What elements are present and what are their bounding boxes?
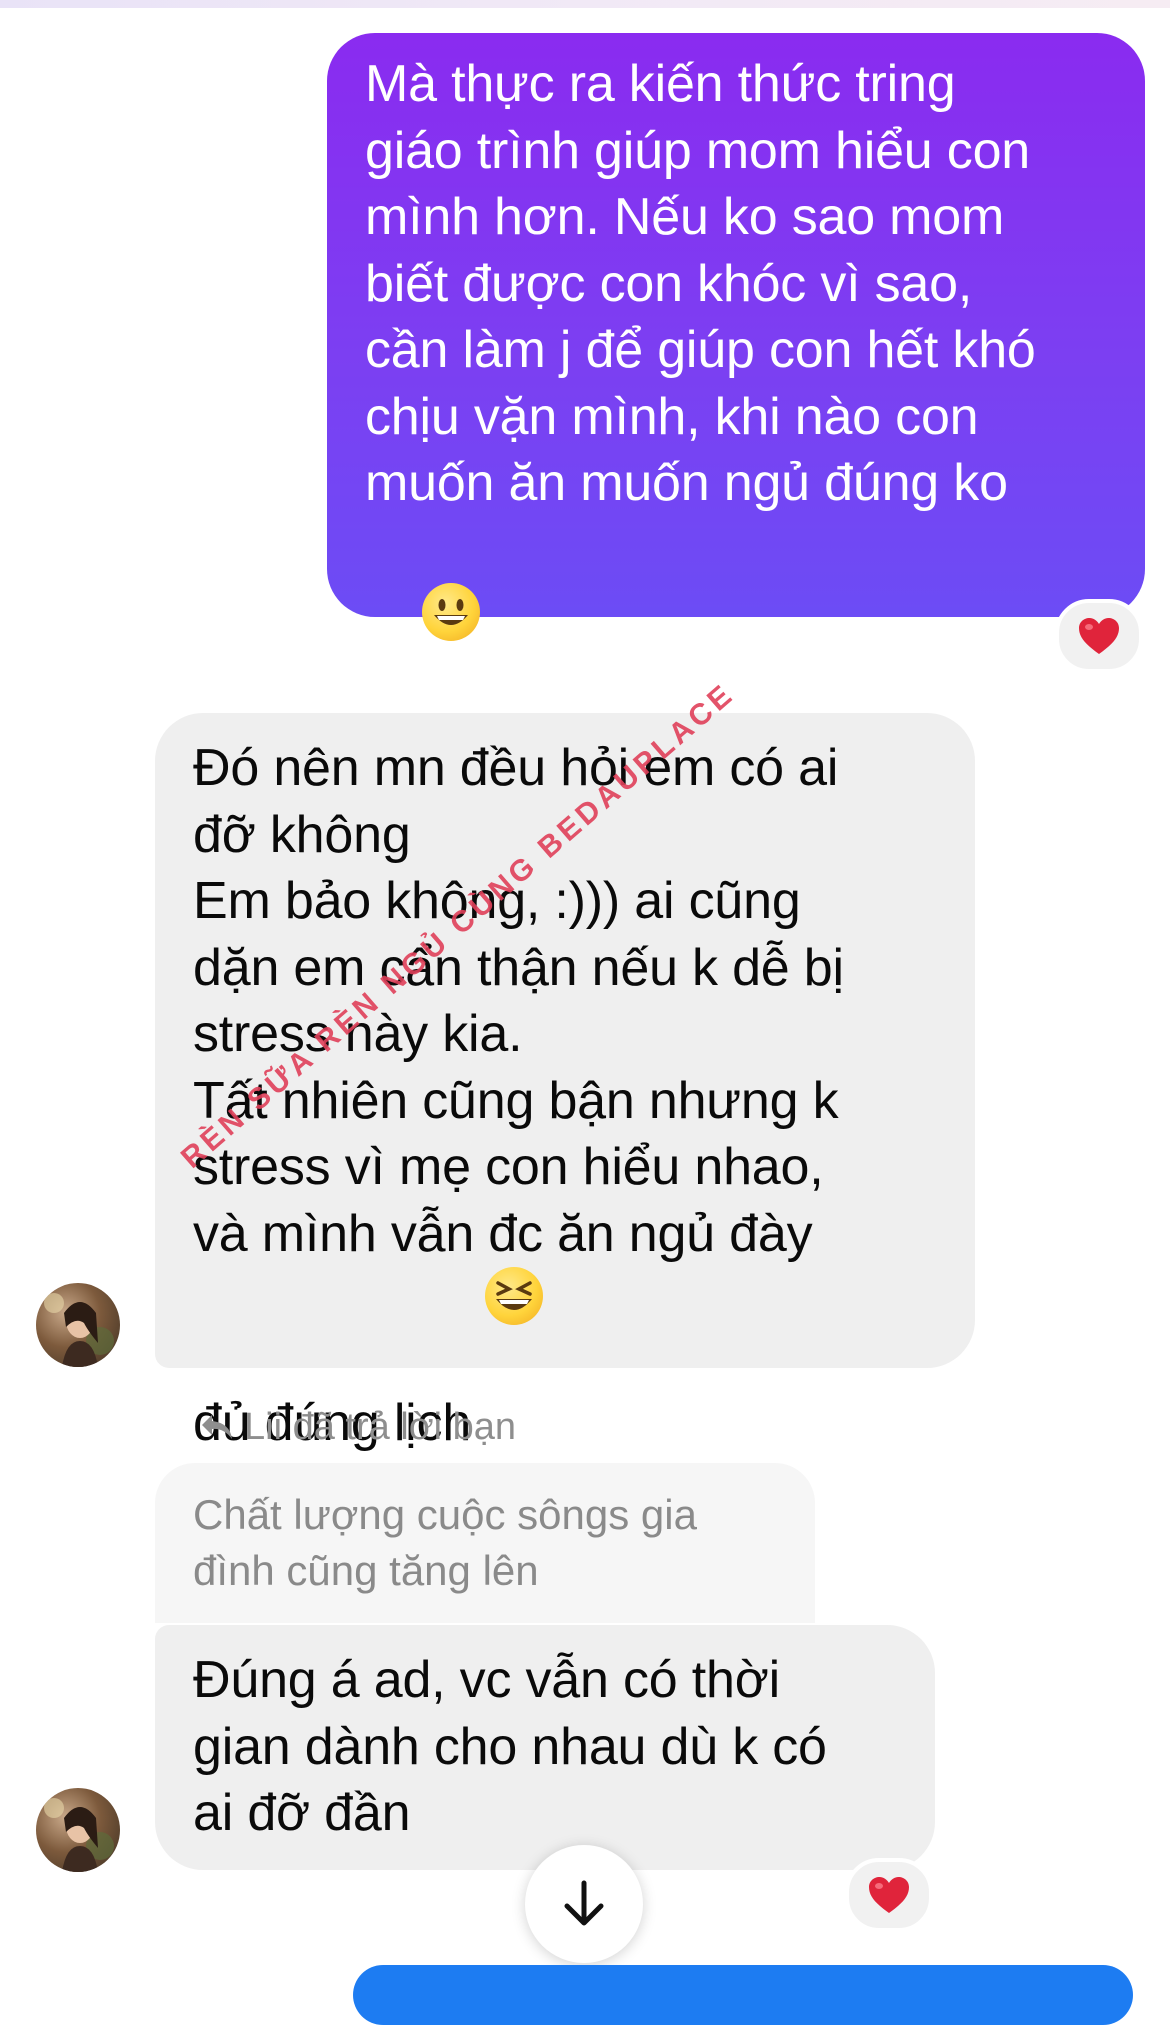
avatar[interactable] [36, 1788, 120, 1872]
message-line: giáo trình giúp mom hiểu con [365, 121, 1031, 180]
message-line: Em bảo không, :))) ai cũng [193, 872, 801, 930]
scroll-to-bottom-button[interactable] [525, 1845, 643, 1963]
message-line: ai đỡ đần [193, 1784, 411, 1842]
message-line: Đó nên mn đều hỏi em có ai [193, 739, 839, 797]
message-line: mình hơn. Nếu ko sao mom [365, 188, 1005, 246]
reply-arrow-icon [202, 1415, 232, 1439]
received-message-bubble[interactable]: Đúng á ad, vc vẫn có thời gian dành cho … [155, 1625, 935, 1870]
grinning-squinting-face-emoji-icon [485, 1267, 544, 1325]
message-line: và mình vẫn đc ăn ngủ đày [193, 1204, 813, 1263]
reply-indicator-text: Lii đã trả lời bạn [244, 1406, 517, 1448]
avatar[interactable] [36, 1283, 120, 1367]
quoted-line: Chất lượng cuộc sôngs gia [193, 1491, 697, 1538]
message-line: biết được con khóc vì sao, [365, 254, 973, 313]
heart-reaction-badge[interactable] [1055, 599, 1143, 673]
heart-icon [1079, 618, 1119, 654]
arrow-down-icon [564, 1880, 604, 1926]
quoted-line: đình cũng tăng lên [193, 1547, 539, 1594]
message-line: cần làm j để giúp con hết khó [365, 321, 1036, 379]
message-line: dặn em cẩn thận nếu k dễ bị [193, 938, 844, 997]
grinning-face-emoji-icon [422, 583, 480, 641]
message-line: Mà thực ra kiến thức tring [365, 55, 956, 113]
reply-indicator: Lii đã trả lời bạn [200, 1402, 516, 1452]
sent-message-bubble[interactable]: Mà thực ra kiến thức tring giáo trình gi… [327, 33, 1145, 641]
message-line: chịu vặn mình, khi nào con [365, 387, 979, 446]
quoted-message[interactable]: Chất lượng cuộc sôngs gia đình cũng tăng… [155, 1463, 815, 1623]
top-strip [0, 0, 1170, 8]
message-line: Đúng á ad, vc vẫn có thời [193, 1651, 780, 1709]
message-line: muốn ăn muốn ngủ đúng ko [365, 454, 1008, 512]
message-line: gian dành cho nhau dù k có [193, 1717, 827, 1776]
next-message-bubble-partial[interactable] [353, 1965, 1133, 2025]
heart-reaction-badge[interactable] [845, 1858, 933, 1932]
message-line: stress vì mẹ con hiểu nhao, [193, 1138, 824, 1196]
heart-icon [869, 1877, 909, 1913]
